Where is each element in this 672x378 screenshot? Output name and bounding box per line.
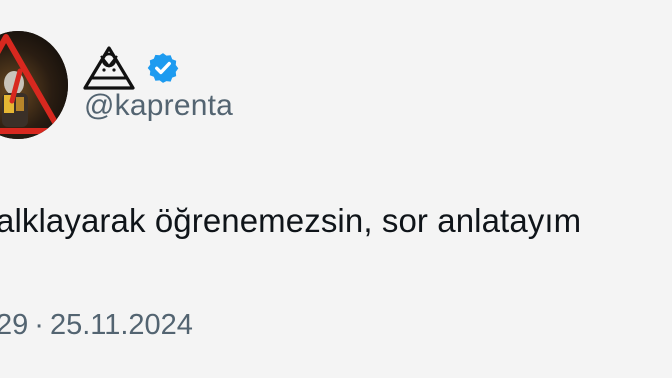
meta-separator: ·: [34, 309, 44, 341]
author-name-row: [82, 42, 180, 94]
tweet-card: @kaprenta alklayarak öğrenemezsin, sor a…: [0, 0, 672, 378]
verified-badge-icon[interactable]: [146, 51, 180, 85]
author-handle[interactable]: @kaprenta: [84, 89, 233, 123]
tweet-time: 29: [0, 309, 29, 341]
avatar-image: [0, 31, 68, 139]
tweet-timestamp[interactable]: 29 · 25.11.2024: [0, 309, 193, 342]
triangle-logo-icon[interactable]: [82, 44, 136, 92]
author-avatar[interactable]: [0, 31, 68, 139]
tweet-date: 25.11.2024: [49, 309, 193, 341]
tweet-body-text: alklayarak öğrenemezsin, sor anlatayım: [0, 202, 582, 239]
